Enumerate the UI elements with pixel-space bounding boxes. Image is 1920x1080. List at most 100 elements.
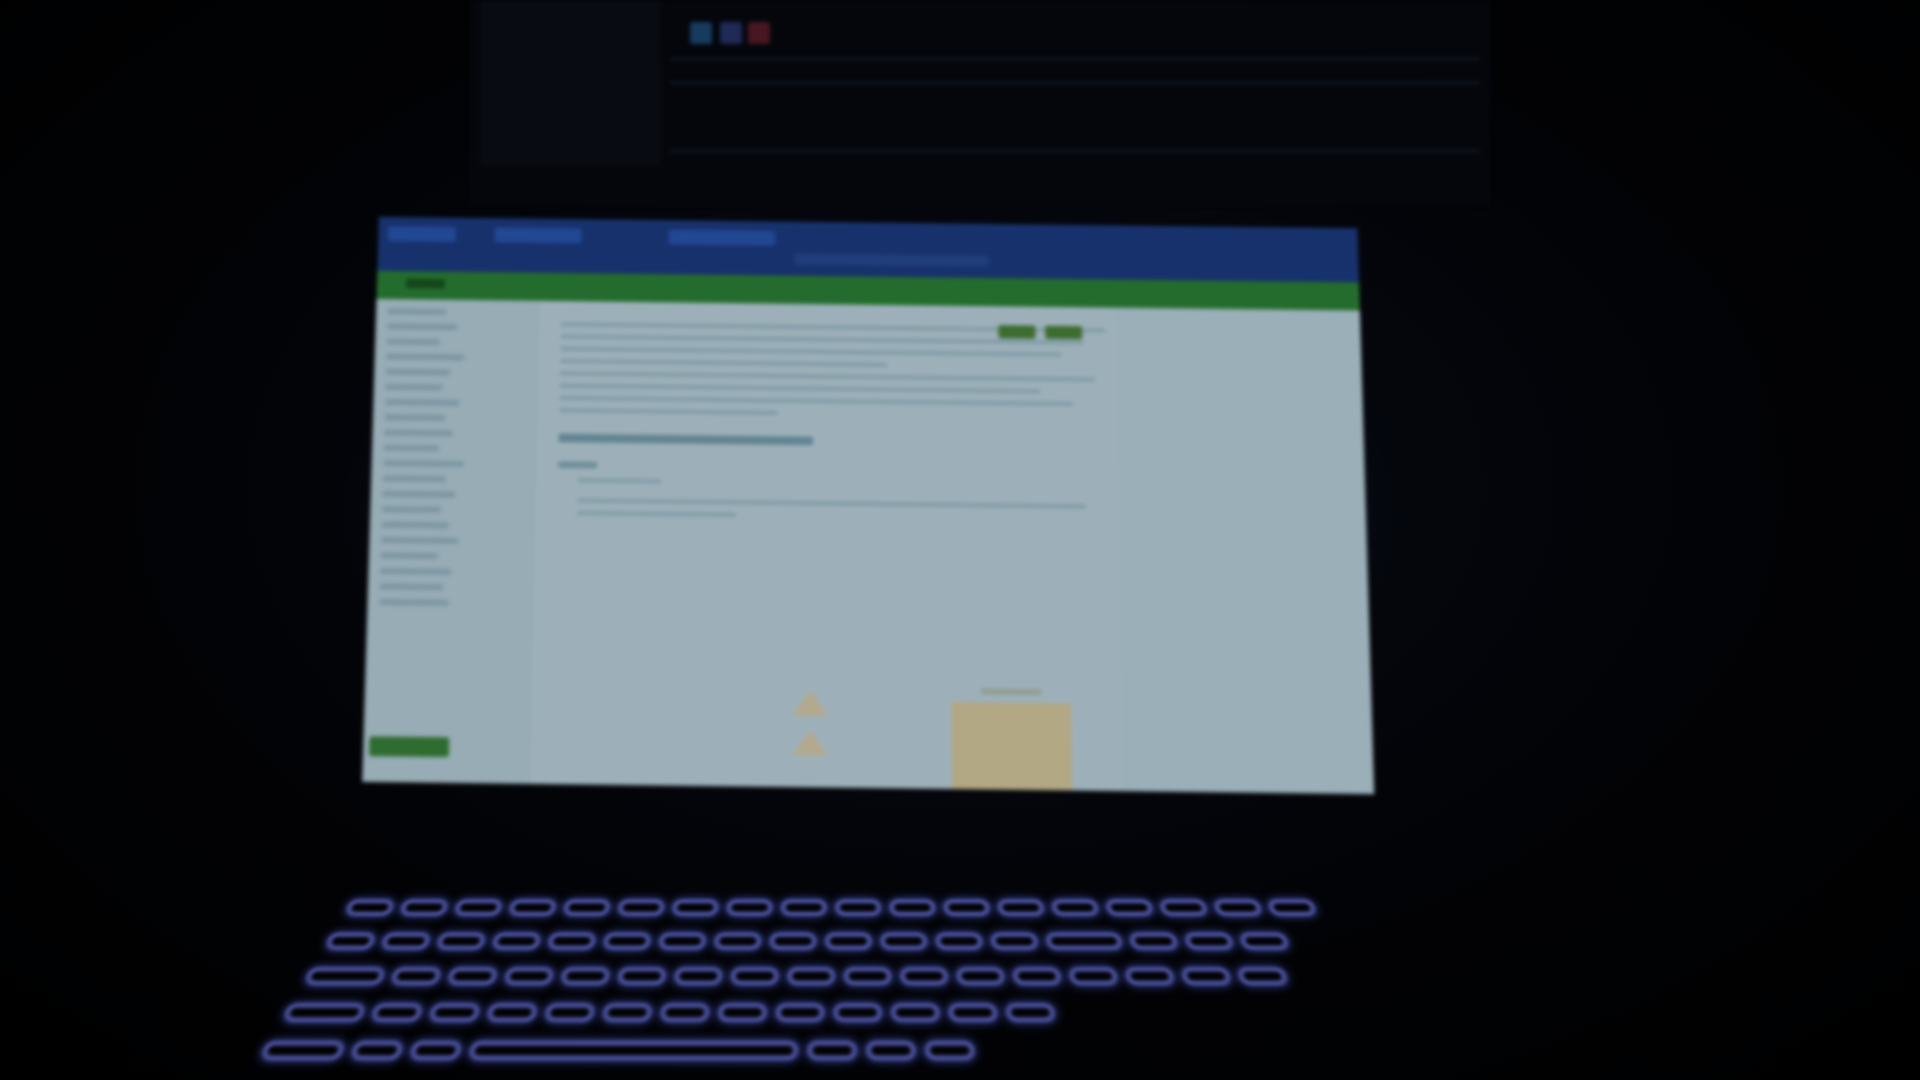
sidebar-item[interactable] [387, 323, 458, 331]
keyboard-key[interactable] [564, 900, 610, 915]
keyboard-key[interactable] [455, 900, 502, 915]
keyboard-key[interactable] [1185, 933, 1234, 949]
keyboard-key[interactable] [1006, 1004, 1055, 1021]
keyboard-key[interactable] [826, 933, 871, 949]
keyboard-key[interactable] [782, 900, 826, 915]
keyboard-key[interactable] [487, 1004, 537, 1021]
keyboard-key[interactable] [400, 900, 448, 915]
keyboard-key[interactable] [1182, 968, 1231, 984]
sidebar-item[interactable] [386, 338, 440, 345]
keyboard-key[interactable] [1069, 968, 1117, 984]
keyboard-key[interactable] [326, 933, 375, 949]
keyboard-key[interactable] [391, 968, 441, 984]
keyboard-key[interactable] [890, 900, 935, 915]
keyboard-key[interactable] [618, 900, 664, 915]
sidebar-item[interactable] [384, 414, 446, 421]
keyboard-key[interactable] [410, 1042, 462, 1060]
sidebar-item[interactable] [381, 537, 459, 544]
keyboard-key[interactable] [731, 968, 778, 984]
keyboard-key[interactable] [618, 968, 666, 984]
keyboard-key[interactable] [351, 1042, 403, 1060]
keyboard-key[interactable] [505, 968, 554, 984]
browser-tab[interactable] [668, 229, 776, 246]
keyboard-key[interactable] [901, 968, 948, 984]
keyboard-key[interactable] [936, 933, 982, 949]
sidebar-item[interactable] [385, 384, 443, 391]
keyboard-key[interactable] [1238, 968, 1288, 984]
keyboard-key[interactable] [1160, 900, 1207, 915]
keyboard-key[interactable] [845, 968, 891, 984]
sidebar-item[interactable] [383, 460, 464, 467]
keyboard-key[interactable] [1013, 968, 1061, 984]
keyboard-key[interactable] [1268, 900, 1316, 915]
keyboard-key[interactable] [437, 933, 485, 949]
action-button[interactable] [1045, 325, 1083, 340]
keyboard-key[interactable] [925, 1042, 974, 1060]
sidebar-item[interactable] [381, 521, 449, 529]
keyboard-key[interactable] [509, 900, 556, 915]
sidebar-item[interactable] [382, 490, 456, 498]
browser-tab[interactable] [387, 226, 456, 242]
keyboard-key[interactable] [284, 1004, 366, 1021]
sidebar-item[interactable] [384, 429, 453, 437]
sidebar-green-badge[interactable] [368, 736, 450, 758]
sidebar-item[interactable] [386, 353, 465, 361]
keyboard-key[interactable] [429, 1004, 479, 1021]
browser-tab[interactable] [494, 227, 582, 244]
keyboard-key[interactable] [1052, 900, 1098, 915]
keyboard-key[interactable] [719, 1004, 767, 1021]
sidebar-item[interactable] [380, 568, 452, 575]
keyboard-key[interactable] [673, 900, 718, 915]
keyboard-key[interactable] [1130, 933, 1178, 949]
keyboard-key[interactable] [998, 900, 1044, 915]
action-button[interactable] [998, 325, 1036, 339]
keyboard-key[interactable] [561, 968, 609, 984]
sidebar-item[interactable] [385, 368, 451, 376]
keyboard-key[interactable] [261, 1042, 344, 1060]
keyboard-key[interactable] [957, 968, 1004, 984]
keyboard-key[interactable] [1240, 933, 1289, 949]
sidebar-item[interactable] [385, 399, 460, 406]
address-bar[interactable] [794, 253, 989, 267]
spacebar-key[interactable] [469, 1042, 798, 1060]
keyboard-key[interactable] [448, 968, 497, 984]
keyboard-key[interactable] [1106, 900, 1153, 915]
sidebar-item[interactable] [379, 599, 449, 606]
site-logo[interactable] [405, 278, 445, 289]
keyboard-key[interactable] [770, 933, 815, 949]
keyboard-key[interactable] [675, 968, 722, 984]
keyboard-key[interactable] [661, 1004, 709, 1021]
keyboard-key[interactable] [603, 1004, 652, 1021]
sidebar-item[interactable] [383, 444, 439, 452]
keyboard-key[interactable] [808, 1042, 856, 1060]
keyboard-key[interactable] [1046, 933, 1122, 949]
keyboard-key[interactable] [381, 933, 430, 949]
keyboard-key[interactable] [892, 1004, 940, 1021]
keyboard-key[interactable] [1214, 900, 1262, 915]
keyboard-key[interactable] [727, 900, 772, 915]
keyboard-key[interactable] [881, 933, 927, 949]
keyboard-key[interactable] [1125, 968, 1174, 984]
keyboard-key[interactable] [305, 968, 385, 984]
sidebar-item[interactable] [379, 583, 444, 591]
keyboard-key[interactable] [492, 933, 540, 949]
keyboard-key[interactable] [949, 1004, 997, 1021]
sidebar-item[interactable] [381, 506, 442, 513]
keyboard-key[interactable] [991, 933, 1038, 949]
keyboard-key[interactable] [371, 1004, 422, 1021]
keyboard-key[interactable] [836, 900, 880, 915]
sidebar-item[interactable] [380, 552, 438, 560]
keyboard-key[interactable] [346, 900, 394, 915]
sidebar-item[interactable] [382, 475, 446, 483]
keyboard-key[interactable] [715, 933, 761, 949]
keyboard-key[interactable] [867, 1042, 916, 1060]
keyboard-key[interactable] [548, 933, 595, 949]
keyboard-key[interactable] [659, 933, 705, 949]
keyboard-key[interactable] [776, 1004, 823, 1021]
keyboard-key[interactable] [545, 1004, 594, 1021]
keyboard-key[interactable] [834, 1004, 881, 1021]
keyboard-key[interactable] [604, 933, 651, 949]
keyboard-key[interactable] [944, 900, 989, 915]
keyboard-key[interactable] [788, 968, 834, 984]
sidebar-item[interactable] [387, 308, 447, 315]
